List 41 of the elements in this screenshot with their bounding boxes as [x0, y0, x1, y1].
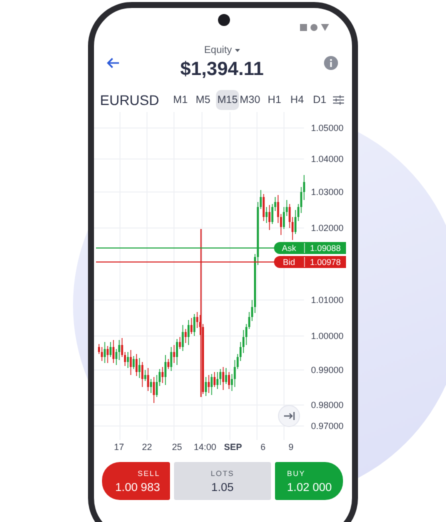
back-icon[interactable] [106, 57, 120, 69]
timeframe-tab[interactable]: M30 [238, 90, 262, 110]
axis-label: 1.04000 [311, 154, 344, 164]
settings-icon[interactable] [332, 94, 344, 106]
axis-label: 1.02000 [311, 223, 344, 233]
timeframe-tab[interactable]: D1 [310, 90, 329, 110]
ask-label: Ask [274, 243, 305, 253]
bid-price: 1.00978 [309, 257, 341, 267]
arrow-to-bar-icon [284, 412, 294, 420]
axis-label: 1.05000 [311, 123, 344, 133]
equity-label[interactable]: Equity [204, 45, 232, 56]
axis-label: 25 [172, 442, 182, 452]
equity-value: $1,394.11 [180, 59, 264, 81]
lots-value: 1.05 [211, 482, 234, 494]
timeframe-tab[interactable]: M15 [216, 90, 239, 110]
axis-label: SEP [224, 442, 242, 452]
axis-label: 9 [288, 442, 294, 452]
caret-icon[interactable] [234, 49, 240, 52]
buy-price: 1.02 000 [287, 482, 332, 494]
axis-label: 14:00 [194, 442, 216, 452]
status-icons [300, 24, 330, 32]
symbol-label[interactable]: EURUSD [100, 92, 160, 108]
camera-icon [218, 14, 230, 26]
timeframe-tab[interactable]: H4 [288, 90, 306, 110]
axis-label: 0.99000 [311, 365, 344, 375]
axis-label: 1.01000 [311, 295, 344, 305]
axis-label: 17 [114, 442, 124, 452]
axis-label: 1.00000 [311, 331, 344, 341]
sell-price: 1.00 983 [115, 482, 160, 494]
timeframe-tab[interactable]: H1 [265, 90, 284, 110]
bid-label: Bid [274, 257, 305, 267]
axis-label: 6 [260, 442, 266, 452]
info-icon[interactable] [324, 56, 338, 70]
scroll-to-end-button[interactable] [278, 405, 300, 427]
timeframe-tab[interactable]: M1 [171, 90, 190, 110]
axis-label: 1.03000 [311, 187, 344, 197]
axis-label: 22 [142, 442, 152, 452]
timeframe-tab[interactable]: M5 [194, 90, 212, 110]
axis-label: 0.97000 [311, 421, 344, 431]
ask-price: 1.09088 [309, 243, 341, 253]
axis-label: 0.98000 [311, 400, 344, 410]
